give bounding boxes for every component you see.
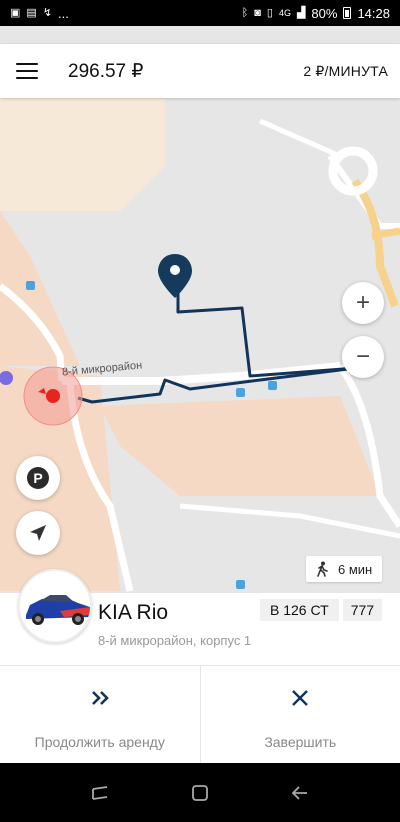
home-button[interactable]	[180, 773, 220, 813]
walk-time: 6 мин	[338, 561, 373, 577]
network-label: 4G	[278, 7, 291, 18]
finish-rental-button[interactable]: Завершить	[199, 666, 400, 763]
status-bar: ▣ ▤ ↯ ... ᛒ ◙ ▯ 4G ▟ 80% 14:28	[0, 0, 400, 26]
car-photo	[18, 569, 92, 643]
continue-rental-button[interactable]: Продолжить аренду	[0, 666, 200, 763]
app-bar: 296.57 ₽ 2 ₽/МИНУТА	[0, 44, 400, 98]
nfc-icon: ◙	[254, 6, 261, 19]
navigation-arrow-icon	[30, 525, 46, 541]
license-plate: В 126 СТ 777	[260, 599, 383, 621]
recent-apps-icon	[92, 785, 108, 800]
finish-rental-label: Завершить	[264, 734, 337, 750]
car-image	[20, 571, 90, 641]
plate-number: В 126 СТ	[260, 599, 339, 621]
clock: 14:28	[357, 5, 390, 21]
back-icon	[291, 785, 307, 800]
battery-icon	[343, 7, 352, 19]
map-view[interactable]: 8-й микрорайон + − P 6 мин	[0, 26, 400, 593]
status-more: ...	[58, 5, 69, 21]
continue-rental-label: Продолжить аренду	[34, 734, 165, 750]
back-button[interactable]	[280, 773, 320, 813]
walk-time-badge: 6 мин	[306, 556, 383, 582]
hamburger-icon[interactable]	[16, 63, 38, 79]
battery-percent: 80%	[311, 5, 338, 21]
missed-call-icon: ↯	[42, 6, 53, 19]
minus-icon: −	[355, 343, 370, 370]
rental-actions: Продолжить аренду Завершить	[0, 665, 400, 763]
image-icon: ▤	[26, 6, 37, 19]
car-address: 8-й микрорайон, корпус 1	[98, 633, 252, 648]
status-bar-right: ᛒ ◙ ▯ 4G ▟ 80% 14:28	[242, 6, 390, 21]
close-icon	[286, 684, 314, 712]
balance: 296.57 ₽	[68, 60, 144, 82]
zoom-in-button[interactable]: +	[342, 282, 384, 324]
system-nav-bar	[0, 763, 400, 822]
rate: 2 ₽/МИНУТА	[303, 62, 388, 79]
bluetooth-icon: ᛒ	[241, 6, 249, 19]
plate-region: 777	[342, 599, 383, 621]
map-canvas	[0, 26, 400, 593]
status-bar-left: ▣ ▤ ↯ ...	[10, 6, 69, 21]
walking-icon	[317, 561, 328, 577]
parking-icon: P	[27, 467, 49, 489]
car-name: KIA Rio	[98, 601, 169, 624]
my-location-button[interactable]	[16, 511, 60, 555]
plus-icon: +	[355, 289, 370, 316]
double-chevron-right-icon	[86, 684, 114, 712]
gallery-icon: ▣	[10, 6, 21, 19]
recent-apps-button[interactable]	[80, 773, 120, 813]
car-card[interactable]: KIA Rio В 126 СТ 777 8-й микрорайон, кор…	[0, 569, 400, 665]
signal-icon: ▟	[296, 6, 306, 19]
home-icon	[192, 784, 208, 801]
parking-button[interactable]: P	[16, 456, 60, 500]
zoom-out-button[interactable]: −	[342, 336, 384, 378]
vibrate-icon: ▯	[266, 6, 273, 19]
